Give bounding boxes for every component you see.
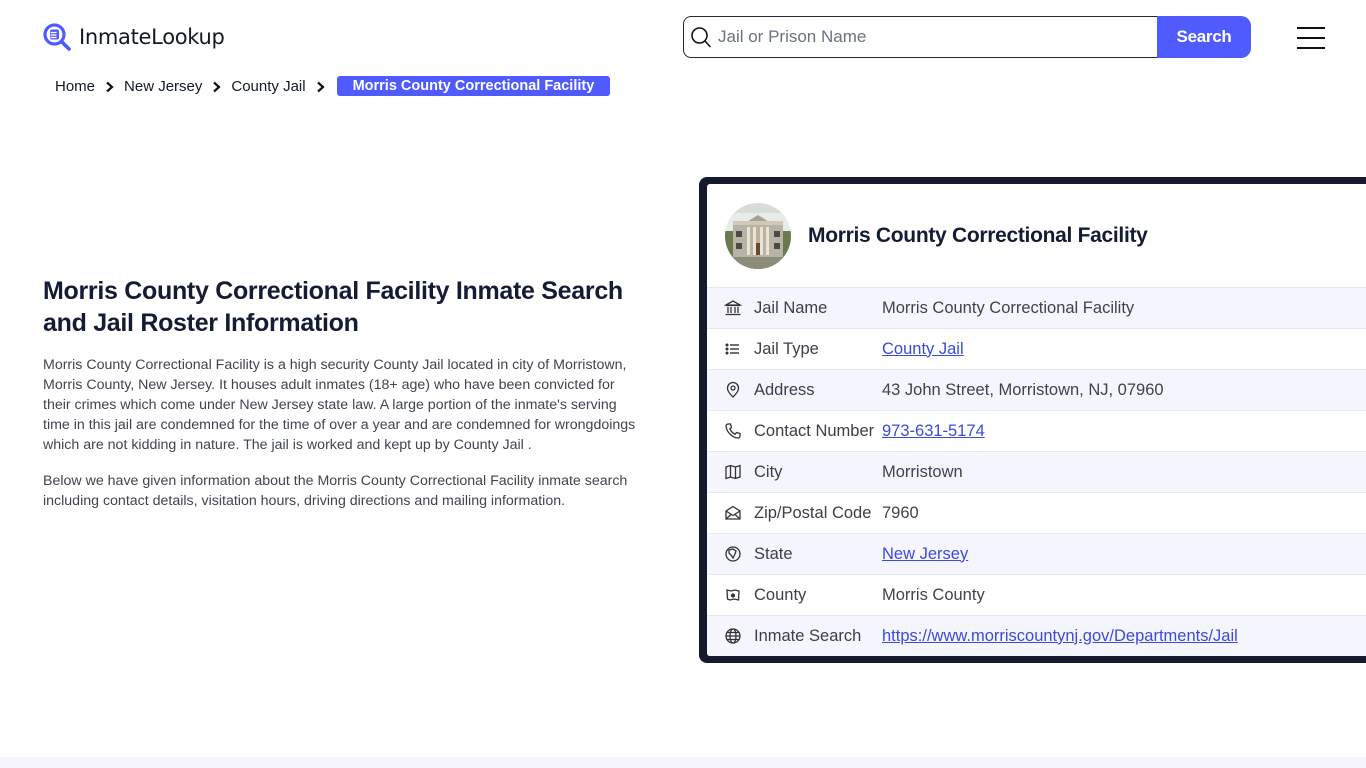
site-header: InmateLookup Search: [0, 0, 1366, 70]
row-label: County: [754, 585, 807, 604]
info-row-county: County Morris County: [707, 574, 1366, 615]
breadcrumb-state[interactable]: New Jersey: [124, 78, 202, 95]
mail-open-icon: [724, 504, 742, 522]
search-document-icon: [42, 22, 72, 52]
page-title: Morris County Correctional Facility Inma…: [43, 277, 623, 337]
row-value: 7960: [882, 503, 919, 522]
phone-icon: [724, 422, 742, 440]
info-row-zip: Zip/Postal Code 7960: [707, 492, 1366, 533]
info-row-jail-type: Jail Type County Jail: [707, 328, 1366, 369]
row-label: Jail Type: [754, 339, 819, 358]
row-label: Contact Number: [754, 421, 875, 440]
menu-line: [1297, 27, 1325, 29]
facility-photo: [725, 202, 791, 269]
row-label: State: [754, 544, 793, 563]
breadcrumb: Home New Jersey County Jail Morris Count…: [55, 76, 611, 96]
card-title: Morris County Correctional Facility: [808, 223, 1148, 247]
row-label: Jail Name: [754, 298, 828, 317]
state-link[interactable]: New Jersey: [882, 545, 968, 564]
intro-section: Morris County Correctional Facility Inma…: [43, 275, 643, 511]
jail-type-link[interactable]: County Jail: [882, 340, 964, 359]
row-value: Morris County Correctional Facility: [882, 298, 1135, 317]
footer-band: [0, 757, 1366, 768]
state-globe-icon: [724, 545, 742, 563]
logo-text: InmateLookup: [79, 25, 225, 49]
row-value: Morris County: [882, 585, 985, 604]
chevron-right-icon: [105, 80, 115, 93]
row-value: 43 John Street, Morristown, NJ, 07960: [882, 380, 1164, 399]
intro-paragraph: Below we have given information about th…: [43, 473, 628, 509]
list-icon: [724, 340, 742, 358]
facility-info-card: Morris County Correctional Facility Jail…: [699, 177, 1366, 663]
menu-line: [1297, 37, 1325, 39]
search-button[interactable]: Search: [1157, 16, 1251, 58]
search-icon: [690, 26, 712, 48]
breadcrumb-jail-type[interactable]: County Jail: [231, 78, 305, 95]
map-icon: [724, 463, 742, 481]
info-row-state: State New Jersey: [707, 533, 1366, 574]
row-label: City: [754, 462, 783, 481]
info-row-contact: Contact Number 973-631-5174: [707, 410, 1366, 451]
inmate-search-link[interactable]: https://www.morriscountynj.gov/Departmen…: [882, 627, 1238, 646]
chevron-right-icon: [212, 80, 222, 93]
county-map-icon: [724, 586, 742, 604]
breadcrumb-current: Morris County Correctional Facility: [336, 76, 611, 96]
menu-line: [1297, 47, 1325, 49]
row-label: Address: [754, 380, 815, 399]
card-header: Morris County Correctional Facility: [707, 184, 1366, 287]
map-pin-icon: [724, 381, 742, 399]
info-row-address: Address 43 John Street, Morristown, NJ, …: [707, 369, 1366, 410]
card-body: Morris County Correctional Facility Jail…: [707, 184, 1366, 656]
search-box: [683, 16, 1157, 58]
row-label: Zip/Postal Code: [754, 503, 872, 522]
intro-paragraph: Morris County Correctional Facility is a…: [43, 357, 636, 453]
phone-link[interactable]: 973-631-5174: [882, 422, 985, 441]
logo-link[interactable]: InmateLookup: [42, 22, 225, 52]
info-row-inmate-search: Inmate Search https://www.morriscountynj…: [707, 615, 1366, 656]
row-label: Inmate Search: [754, 626, 862, 645]
info-table: Jail Name Morris County Correctional Fac…: [707, 287, 1366, 656]
info-row-city: City Morristown: [707, 451, 1366, 492]
chevron-right-icon: [316, 80, 326, 93]
globe-icon: [724, 627, 742, 645]
search-input[interactable]: [718, 27, 1157, 47]
breadcrumb-home[interactable]: Home: [55, 78, 95, 95]
building-columns-icon: [723, 299, 743, 317]
info-row-jail-name: Jail Name Morris County Correctional Fac…: [707, 287, 1366, 328]
search-form: Search: [683, 16, 1251, 58]
hamburger-menu-icon[interactable]: [1297, 27, 1325, 49]
row-value: Morristown: [882, 462, 963, 481]
